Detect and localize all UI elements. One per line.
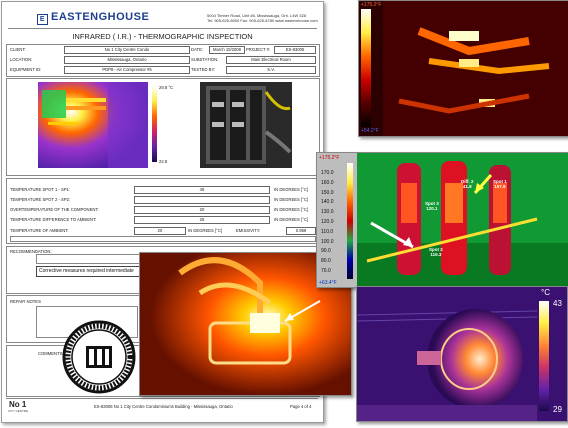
client-label: CLIENT: <box>10 47 26 52</box>
emissivity-field: 0.969 <box>286 227 316 235</box>
company-name: EASTENGHOUSE <box>51 11 150 23</box>
project-field: ES-83005 <box>274 46 316 54</box>
report-ir-scale-bar <box>152 86 157 162</box>
thermal-panel-middle: +175.2°F 170.0 160.0 150.0 140.0 130.0 1… <box>316 152 568 288</box>
diff-2-marker: Diff. 2 41.8 <box>461 179 474 189</box>
client-field: No 1 City Centre Condo <box>64 46 190 54</box>
page-number: Page 4 of 4 <box>290 404 312 409</box>
scale-tick: 130.0 <box>321 209 334 216</box>
ambient-field: 20 <box>134 227 186 235</box>
spot-value: 120.1 <box>426 206 438 211</box>
scale-tick: 160.0 <box>321 179 334 186</box>
measurement-unit: IN DEGREES [°C] <box>274 197 309 202</box>
measurement-label: OVERTEMPERATURE OF THE COMPONENT: <box>10 207 99 212</box>
scale-tick: 140.0 <box>321 199 334 206</box>
scale-tick: 120.0 <box>321 218 334 225</box>
report-title: INFRARED ( I.R.) - THERMOGRAPHIC INSPECT… <box>72 32 253 41</box>
ambient-unit: IN DEGREES [°C] <box>188 228 223 233</box>
repair-notes-label: REPAIR NOTES <box>10 299 41 304</box>
footer-logo: No 1 <box>9 400 27 409</box>
report-scale-max: 29.8 °C <box>159 85 174 90</box>
footer-logo-sub: CITY CENTRE <box>8 409 28 413</box>
company-address: 5004 Timber Road, Unit #6, Mississauga, … <box>207 13 319 23</box>
measurement-value: 25 <box>134 216 270 224</box>
spot-value: 107.9 <box>494 184 506 189</box>
thermal-bottom-unit: °C <box>541 288 550 297</box>
address-line-2: Tel: 905-625-8000 Fax: 905-625-8780 www.… <box>207 18 318 23</box>
location-field: Mississauga, Ontario <box>64 56 190 64</box>
thermal-top-scale-bar <box>361 9 371 127</box>
equipment-label: EQUIPMENT ID: <box>10 67 42 72</box>
measurement-label: TEMPERATURE DIFFERENCE TO AMBIENT: <box>10 217 97 222</box>
thermal-top-min: +54.2°F <box>361 128 379 134</box>
thermal-mid-ticks: 170.0 160.0 150.0 140.0 130.0 120.0 110.… <box>321 169 334 277</box>
tested-by-field: S.V. <box>226 66 316 74</box>
thermal-mid-min: +63.4°F <box>319 280 337 286</box>
footer-text: ES-83005 No 1 City Centre Condominiums B… <box>94 404 233 409</box>
thermal-mid-max: +175.2°F <box>319 155 340 161</box>
measurement-value: 45 <box>134 186 270 194</box>
substation-label: SUBSTATION: <box>191 57 219 62</box>
thermal-bottom-max: 43 <box>553 299 562 308</box>
date-label: DATE: <box>191 47 204 52</box>
spot-2-marker: Spot 2 115.3 <box>429 247 443 257</box>
header-divider <box>8 28 317 29</box>
report-ir-image <box>38 82 148 168</box>
thermal-top-max: +175.2°F <box>361 2 382 8</box>
recommendation-text: Corrective measures required intermediat… <box>36 266 152 277</box>
thermal-panel-bottom: °C 43 29 <box>356 286 568 422</box>
tested-by-label: TESTED BY: <box>191 67 216 72</box>
emissivity-label: EMISSIVITY: <box>236 228 261 233</box>
comments-label: COMMENTS <box>38 351 63 356</box>
ambient-label: TEMPERATURE OF AMBIENT: <box>10 228 69 233</box>
measurement-label: TEMPERATURE SPOT 1 - SP1: <box>10 187 71 192</box>
scale-tick: 80.0 <box>321 258 331 265</box>
report-visual-photo <box>200 82 292 168</box>
measurement-unit: IN DEGREES [°C] <box>274 187 309 192</box>
measurement-label: TEMPERATURE SPOT 2 - SP2: <box>10 197 71 202</box>
footer-divider <box>6 398 318 399</box>
blank-row <box>10 236 316 242</box>
scale-tick: 150.0 <box>321 189 334 196</box>
thermal-mid-image: Spot 3 120.1 Diff. 2 41.8 Spot 1 107.9 Spot… <box>357 153 568 287</box>
spot-3-marker: Spot 3 120.1 <box>425 201 439 211</box>
spot-value: 115.3 <box>430 252 442 257</box>
thermal-mid-scale-bar <box>347 163 353 279</box>
measurement-value <box>134 196 270 204</box>
scale-tick: 110.0 <box>321 228 334 235</box>
thermal-panel-top: +175.2°F +54.2°F <box>358 0 568 137</box>
report-scale-min: 22.8 <box>159 159 168 164</box>
certification-stamp <box>62 320 136 394</box>
measurement-unit: IN DEGREES [°C] <box>274 207 309 212</box>
spot-1-marker: Spot 1 107.9 <box>493 179 507 189</box>
thermal-bottom-scale-bar <box>539 301 549 411</box>
equipment-field: PDP8 - Air Compressor #5 <box>64 66 190 74</box>
scale-tick: 70.0 <box>321 267 331 274</box>
thermal-bottom-min: 29 <box>553 405 562 414</box>
project-label: PROJECT #: <box>246 47 271 52</box>
scale-tick: 170.0 <box>321 170 334 176</box>
scale-tick: 100.0 <box>321 238 334 245</box>
date-field: March 10/2008 <box>209 46 245 54</box>
location-label: LOCATION: <box>10 57 33 62</box>
measurement-value: 20 <box>134 206 270 214</box>
substation-field: Main Electrical Room <box>226 56 316 64</box>
spot-value: 41.8 <box>462 184 472 189</box>
logo-mark-icon: E <box>37 14 48 25</box>
company-logo: E EASTENGHOUSE <box>37 11 149 25</box>
measurement-unit: IN DEGREES [°C] <box>274 217 309 222</box>
scale-tick: 90.0 <box>321 248 331 255</box>
